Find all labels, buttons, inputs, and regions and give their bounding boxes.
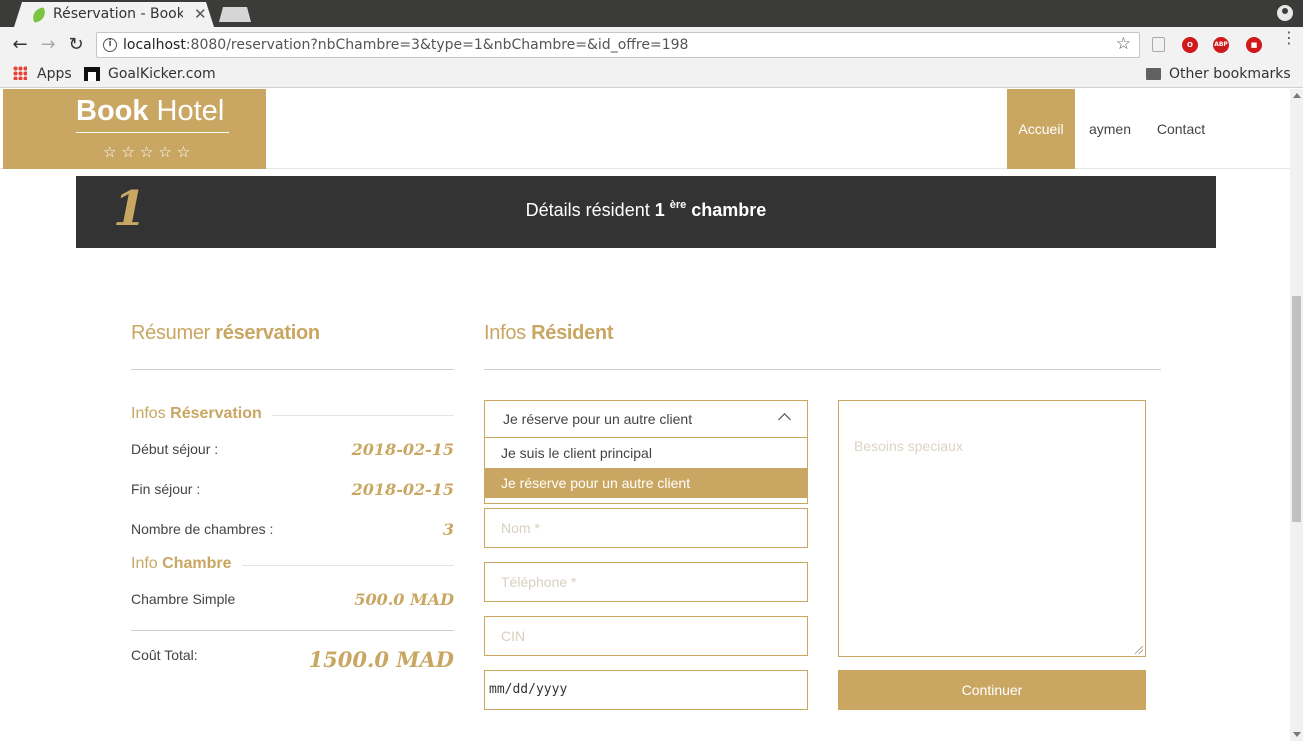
browser-tab[interactable]: Réservation - Book ✕ — [14, 2, 214, 27]
fin-sejour-value: 2018-02-15 — [351, 480, 454, 499]
resident-title: Infos Résident — [484, 322, 614, 344]
cin-field[interactable]: CIN — [484, 616, 808, 656]
room-type-label: Chambre Simple — [131, 591, 236, 607]
site-logo[interactable]: Book Hotel ☆☆☆☆☆ — [3, 89, 266, 169]
goalkicker-icon — [84, 67, 100, 81]
select-value: Je réserve pour un autre client — [503, 411, 693, 427]
telephone-field[interactable]: Téléphone * — [484, 562, 808, 602]
logo-divider — [76, 132, 229, 133]
besoins-placeholder: Besoins speciaux — [854, 438, 963, 454]
logo-text: Book Hotel — [76, 95, 225, 127]
url-text: localhost:8080/reservation?nbChambre=3&t… — [123, 37, 689, 53]
scroll-down-icon[interactable] — [1293, 732, 1301, 737]
nav-user[interactable]: aymen — [1080, 89, 1140, 169]
debut-sejour-label: Début séjour : — [131, 441, 219, 457]
new-tab-button[interactable] — [219, 7, 251, 22]
option-client-principal[interactable]: Je suis le client principal — [485, 438, 807, 468]
browser-tabstrip: Réservation - Book ✕ — [0, 0, 1303, 27]
leaf-favicon-icon — [30, 6, 48, 24]
resident-divider — [484, 369, 1161, 370]
menu-kebab-icon[interactable]: ⋮ — [1281, 30, 1297, 46]
address-bar[interactable]: i localhost:8080/reservation?nbChambre=3… — [96, 32, 1140, 58]
infos-reservation-title: Infos Réservation — [131, 405, 272, 423]
debut-sejour-value: 2018-02-15 — [351, 440, 454, 459]
bookmarks-bar: Apps GoalKicker.com Other bookmarks — [0, 63, 1303, 88]
client-type-dropdown: Je suis le client principal Je réserve p… — [484, 438, 808, 504]
continue-button[interactable]: Continuer — [838, 670, 1146, 710]
fin-sejour-label: Fin séjour : — [131, 481, 201, 497]
step-banner: 1 Détails résident 1 ère chambre — [76, 176, 1216, 248]
forward-arrow-icon[interactable]: → — [37, 34, 59, 56]
close-tab-icon[interactable]: ✕ — [194, 5, 207, 23]
nav-contact[interactable]: Contact — [1146, 89, 1216, 169]
opera-extension-icon[interactable]: O — [1182, 37, 1198, 53]
reader-extension-icon[interactable] — [1152, 37, 1165, 52]
total-value: 1500.0 MAD — [308, 647, 454, 672]
tab-title: Réservation - Book — [53, 6, 183, 22]
site-info-icon[interactable]: i — [103, 38, 117, 52]
folder-icon — [1146, 68, 1161, 80]
client-type-select[interactable]: Je réserve pour un autre client — [484, 400, 808, 438]
option-autre-client[interactable]: Je réserve pour un autre client — [485, 468, 807, 498]
nombre-chambres-value: 3 — [442, 520, 454, 539]
page-viewport: Book Hotel ☆☆☆☆☆ Accueil aymen Contact 1… — [0, 89, 1290, 741]
nom-field[interactable]: Nom * — [484, 508, 808, 548]
back-arrow-icon[interactable]: ← — [9, 34, 31, 56]
total-label: Coût Total: — [131, 647, 198, 663]
reload-icon[interactable]: ↻ — [65, 34, 87, 56]
scrollbar-thumb[interactable] — [1292, 296, 1301, 522]
date-field[interactable]: mm/dd/yyyy — [484, 670, 808, 710]
total-divider — [131, 630, 454, 631]
chevron-up-icon — [778, 413, 791, 426]
page-scrollbar[interactable] — [1290, 89, 1303, 741]
nav-accueil[interactable]: Accueil — [1007, 89, 1075, 169]
red-extension-icon[interactable]: ■ — [1246, 37, 1262, 53]
apps-grid-icon[interactable] — [13, 66, 27, 80]
scroll-up-icon[interactable] — [1293, 93, 1301, 98]
bookmark-other[interactable]: Other bookmarks — [1169, 66, 1291, 82]
browser-toolbar: ← → ↻ i localhost:8080/reservation?nbCha… — [0, 27, 1303, 63]
bookmark-apps[interactable]: Apps — [37, 66, 72, 82]
site-header: Book Hotel ☆☆☆☆☆ Accueil aymen Contact — [0, 89, 1290, 169]
resize-grip-icon[interactable] — [1135, 646, 1143, 654]
step-title: Détails résident 1 ère chambre — [525, 199, 767, 220]
room-price-value: 500.0 MAD — [354, 590, 454, 609]
bookmark-star-icon[interactable]: ☆ — [1116, 34, 1131, 54]
bookmark-goalkicker[interactable]: GoalKicker.com — [108, 66, 216, 82]
besoins-speciaux-textarea[interactable]: Besoins speciaux — [838, 400, 1146, 657]
profile-icon[interactable] — [1277, 5, 1293, 21]
star-rating-icon: ☆☆☆☆☆ — [103, 143, 196, 161]
info-chambre-title: Info Chambre — [131, 555, 242, 573]
nombre-chambres-label: Nombre de chambres : — [131, 521, 274, 537]
summary-title: Résumer réservation — [131, 322, 320, 344]
summary-divider — [131, 369, 454, 370]
adblock-extension-icon[interactable]: ABP — [1213, 37, 1229, 53]
